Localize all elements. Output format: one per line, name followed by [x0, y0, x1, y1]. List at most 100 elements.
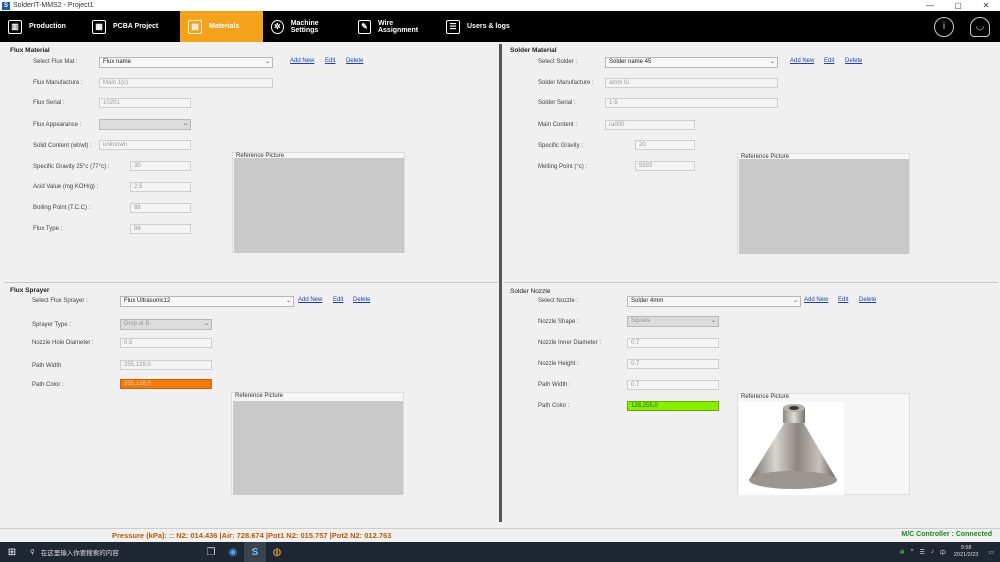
- solid-content-label: Solid Content (wt/wt) :: [33, 143, 92, 149]
- chevron-down-icon: ⌄: [769, 59, 775, 65]
- wifi-icon[interactable]: ☰: [919, 549, 924, 556]
- sprayer-add-new-link[interactable]: Add New: [298, 297, 322, 303]
- solid-content-field[interactable]: unknown: [99, 140, 191, 150]
- melting-point-label: Melting Point (°c) :: [538, 164, 588, 170]
- boiling-point-label: Boiling Point (T.C.C) :: [33, 205, 91, 211]
- solder-serial-field[interactable]: 1-5: [605, 98, 778, 108]
- nozzle-shape-label: Nozzle Shape :: [538, 319, 579, 325]
- flux-reference-picture-box: Reference Picture: [232, 152, 405, 253]
- panel-splitter[interactable]: [499, 44, 502, 522]
- clock-time: 9:58: [960, 545, 972, 551]
- nozzle-add-new-link[interactable]: Add New: [804, 297, 828, 303]
- taskbar-search[interactable]: ⚲ 在这里输入你要搜索的内容: [24, 542, 200, 562]
- chevron-down-icon: ⌄: [710, 318, 716, 324]
- minimize-button[interactable]: —: [916, 0, 944, 11]
- nozzle-path-color-label: Path Color :: [538, 403, 570, 409]
- nozzle-delete-link[interactable]: Delete: [859, 297, 876, 303]
- nozzle-height-field[interactable]: 0.7: [627, 359, 719, 369]
- flux-sprayer-title: Flux Sprayer: [10, 287, 50, 294]
- nozzle-hole-field[interactable]: 0.5: [120, 338, 212, 348]
- flux-serial-field[interactable]: 10201: [99, 98, 191, 108]
- sprayer-type-select[interactable]: Drop at B ⌄: [120, 319, 212, 330]
- clock-date: 2021/2/23: [953, 552, 979, 558]
- tab-materials[interactable]: ▤ Materials: [180, 11, 263, 42]
- solder-gravity-label: Specific Gravity :: [538, 143, 584, 149]
- window-controls: — ▢ ✕: [916, 0, 1000, 11]
- select-flux-label: Select Flux Mat :: [33, 59, 78, 65]
- boiling-point-field[interactable]: 88: [130, 203, 191, 213]
- sprayer-reference-picture-box: Reference Picture: [231, 392, 404, 495]
- info-icon[interactable]: i: [934, 16, 954, 37]
- chrome-browser-icon[interactable]: ◍: [266, 542, 288, 562]
- flux-reference-image: [234, 158, 404, 253]
- select-solder-label: Select Solder :: [538, 59, 578, 65]
- maximize-button[interactable]: ▢: [944, 0, 972, 11]
- volume-icon[interactable]: ♪: [931, 549, 934, 555]
- solder-gravity-field[interactable]: 20: [635, 140, 695, 150]
- select-nozzle-label: Select Nozzle :: [538, 298, 579, 304]
- flux-manufacture-field[interactable]: Main 1(c): [99, 78, 273, 88]
- flux-type-field[interactable]: 88: [130, 224, 191, 234]
- users-icon: ☰: [446, 19, 460, 34]
- materials-icon: ▤: [188, 19, 202, 34]
- specific-gravity-field[interactable]: 30: [130, 161, 191, 171]
- flux-delete-link[interactable]: Delete: [346, 58, 363, 64]
- sprayer-edit-link[interactable]: Edit: [333, 297, 343, 303]
- nozzle-hole-label: Nozzle Hole Diameter :: [32, 340, 94, 346]
- nozzle-reference-label: Reference Picture: [741, 394, 790, 400]
- tab-users-logs[interactable]: ☰ Users & logs: [438, 11, 528, 42]
- nav-right-icons: i ◡: [934, 11, 1000, 42]
- user-icon[interactable]: ◡: [970, 16, 990, 37]
- tab-wire-assignment-label: Wire Assignment: [377, 19, 419, 34]
- solder-manufacture-field[interactable]: amm fu: [605, 78, 778, 88]
- main-content-field[interactable]: ra000: [605, 120, 695, 130]
- nozzle-edit-link[interactable]: Edit: [838, 297, 848, 303]
- sprayer-path-color-field[interactable]: 255,128,0: [120, 379, 212, 389]
- tab-machine-settings[interactable]: ✲ Machine Settings: [263, 11, 350, 42]
- acid-value-field[interactable]: 2.5: [130, 182, 191, 192]
- tab-pcba-project[interactable]: ▦ PCBA Project: [84, 11, 180, 42]
- clock[interactable]: 9:58 2021/2/23: [954, 545, 978, 559]
- nozzle-shape-select[interactable]: Square ⌄: [627, 316, 719, 327]
- chevron-down-icon: ⌄: [203, 321, 209, 327]
- solderit-app-icon[interactable]: S: [244, 542, 266, 562]
- app-logo: S: [2, 1, 10, 10]
- solder-edit-link[interactable]: Edit: [824, 58, 834, 64]
- solder-add-new-link[interactable]: Add New: [790, 58, 814, 64]
- tab-production[interactable]: ▥ Production: [0, 11, 84, 42]
- tab-materials-label: Materials: [209, 23, 240, 30]
- flux-serial-label: Flux Serial :: [33, 100, 65, 106]
- flux-select[interactable]: Flux name ⌄: [99, 57, 273, 68]
- nozzle-reference-image: [739, 402, 844, 495]
- nozzle-inner-label: Nozzle Inner Diameter :: [538, 340, 602, 346]
- sprayer-path-width-field[interactable]: 255,128,0: [120, 360, 212, 370]
- title-bar: S SolderIT-MMS2 - Project1 — ▢ ✕: [0, 0, 1000, 11]
- close-button[interactable]: ✕: [972, 0, 1000, 11]
- notification-icon[interactable]: ▭: [988, 549, 994, 556]
- nozzle-path-width-field[interactable]: 0.7: [627, 380, 719, 390]
- solder-delete-link[interactable]: Delete: [845, 58, 862, 64]
- nozzle-path-color-field[interactable]: 128,255,0: [627, 401, 719, 411]
- windows-start-icon[interactable]: ⊞: [0, 542, 24, 562]
- specific-gravity-label: Specific Gravity 25°c (77°c) :: [33, 164, 110, 170]
- flux-edit-link[interactable]: Edit: [325, 58, 335, 64]
- sprayer-delete-link[interactable]: Delete: [353, 297, 370, 303]
- flux-add-new-link[interactable]: Add New: [290, 58, 314, 64]
- nozzle-inner-field[interactable]: 0.7: [627, 338, 719, 348]
- sprayer-select[interactable]: Flux Ultrasonic12 ⌄: [120, 296, 294, 307]
- nozzle-reference-picture-box: Reference Picture: [737, 393, 910, 495]
- solder-select[interactable]: Solder name 45 ⌄: [605, 57, 778, 68]
- nozzle-select[interactable]: Solder 4mm ⌄: [627, 296, 801, 307]
- nozzle-path-width-label: Path Width :: [538, 382, 571, 388]
- network-status-icon[interactable]: ✲: [900, 549, 905, 556]
- task-view-icon[interactable]: ❐: [200, 542, 222, 562]
- chevron-up-icon[interactable]: ^: [911, 549, 914, 555]
- edge-browser-icon[interactable]: ◉: [222, 542, 244, 562]
- flux-appearance-select[interactable]: ⌄: [99, 119, 191, 130]
- melting-point-field[interactable]: 5933: [635, 161, 695, 171]
- pcb-icon: ▦: [92, 19, 106, 34]
- tab-wire-assignment[interactable]: ✎ Wire Assignment: [350, 11, 438, 42]
- flux-select-value: Flux name: [103, 59, 132, 65]
- ime-indicator[interactable]: 中: [940, 548, 946, 557]
- solder-material-title: Solder Material: [510, 47, 557, 54]
